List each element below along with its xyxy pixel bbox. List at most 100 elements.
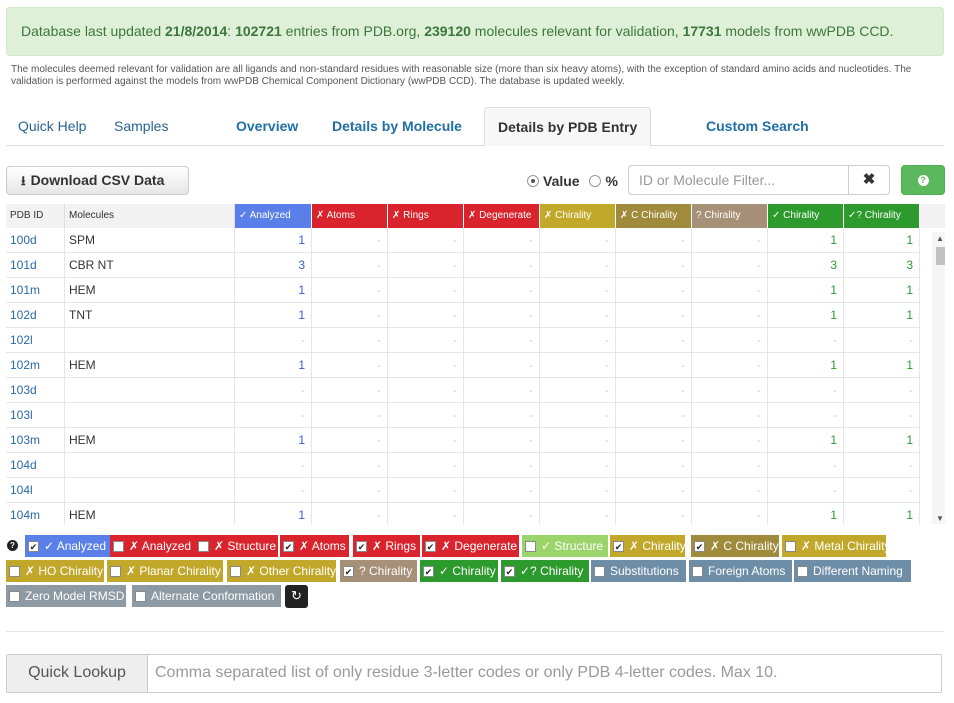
toggle-checkbox[interactable]	[135, 590, 146, 602]
column-toggle[interactable]: ✓ Structure	[522, 535, 608, 557]
column-toggle[interactable]: ✔ ✗ Atoms	[280, 535, 349, 557]
toggle-checkbox[interactable]: ✔	[425, 540, 436, 552]
column-toggle[interactable]: ✗ Planar Chirality	[107, 560, 223, 582]
radio-percent[interactable]: %	[589, 173, 618, 189]
table-scrollbar[interactable]: ▲ ▼	[932, 232, 945, 524]
column-toggle[interactable]: ✗ Structure	[195, 535, 278, 557]
column-toggle[interactable]: Foreign Atoms	[689, 560, 792, 582]
toggle-checkbox[interactable]	[9, 590, 20, 602]
radio-value-dot[interactable]	[527, 175, 539, 187]
scroll-up-icon[interactable]: ▲	[936, 234, 944, 243]
tab-details-by-molecule[interactable]: Details by Molecule	[332, 107, 462, 146]
quick-lookup-input[interactable]: Comma separated list of only residue 3-l…	[155, 655, 778, 692]
pdb-id-link[interactable]: 101m	[6, 278, 65, 303]
pdb-id-link[interactable]: 104d	[6, 453, 65, 478]
column-toggle[interactable]: ✔ ✗ Rings	[353, 535, 420, 557]
column-toggle[interactable]: ✗ Analyzed	[110, 535, 195, 557]
column-header[interactable]: Molecules	[65, 204, 235, 228]
pdb-id-link[interactable]: 103l	[6, 403, 65, 428]
toggle-checkbox[interactable]	[113, 540, 124, 552]
column-toggle[interactable]: ✔ ✓? Chirality	[501, 560, 589, 582]
column-header[interactable]: ✓? Chirality	[844, 204, 920, 228]
column-toggle[interactable]: ✗ HO Chirality	[6, 560, 104, 582]
column-toggle[interactable]: Different Naming	[794, 560, 911, 582]
table-row[interactable]: 103l - - - - - - - - -	[6, 403, 920, 428]
pdb-id-link[interactable]: 103m	[6, 428, 65, 453]
column-header[interactable]: ✗ Chirality	[540, 204, 616, 228]
column-header[interactable]: ✗ Rings	[388, 204, 464, 228]
toggle-checkbox[interactable]: ✔	[28, 540, 39, 552]
table-row[interactable]: 103m HEM 1- - - - - -1 1	[6, 428, 920, 453]
table-row[interactable]: 100d SPM 1- - - - - -1 1	[6, 228, 920, 253]
pdb-id-link[interactable]: 102m	[6, 353, 65, 378]
table-row[interactable]: 104l - - - - - - - - -	[6, 478, 920, 503]
column-toggle[interactable]: Alternate Conformation	[132, 585, 281, 607]
clear-filter-button[interactable]: ✖	[848, 165, 890, 195]
tab-overview[interactable]: Overview	[236, 107, 298, 146]
table-row[interactable]: 104d - - - - - - - - -	[6, 453, 920, 478]
scrollbar-thumb[interactable]	[936, 247, 945, 265]
table-row[interactable]: 102d TNT 1- - - - - -1 1	[6, 303, 920, 328]
table-row[interactable]: 102l - - - - - - - - -	[6, 328, 920, 353]
column-toggle[interactable]: ✔ ✓ Chirality	[420, 560, 498, 582]
table-row[interactable]: 101m HEM 1- - - - - -1 1	[6, 278, 920, 303]
id-molecule-filter-input[interactable]: ID or Molecule Filter...	[628, 165, 849, 195]
value-cell: -	[464, 453, 540, 478]
refresh-icon[interactable]: ↻	[285, 585, 308, 608]
pdb-id-link[interactable]: 101d	[6, 253, 65, 278]
models-text: models from wwPDB CCD.	[721, 23, 894, 39]
toggle-checkbox[interactable]	[797, 565, 808, 577]
table-row[interactable]: 104m HEM 1- - - - - -1 1	[6, 503, 920, 524]
toggle-checkbox[interactable]	[230, 565, 241, 577]
pdb-id-link[interactable]: 104l	[6, 478, 65, 503]
column-header[interactable]: ✓ Chirality	[768, 204, 844, 228]
column-header[interactable]: ✓ Analyzed	[235, 204, 312, 228]
column-toggle[interactable]: ✔ ? Chirality	[340, 560, 417, 582]
toggle-checkbox[interactable]: ✔	[343, 565, 354, 577]
column-toggle[interactable]: ✔ ✗ Chirality	[610, 535, 686, 557]
column-toggle[interactable]: ✔ ✗ C Chirality	[691, 535, 779, 557]
toggle-checkbox[interactable]: ✔	[694, 540, 705, 552]
column-toggle[interactable]: ✗ Other Chirality	[227, 560, 336, 582]
column-header[interactable]: ? Chirality	[692, 204, 768, 228]
toggle-checkbox[interactable]	[785, 540, 796, 552]
toggle-checkbox[interactable]	[198, 540, 209, 552]
toggle-checkbox[interactable]	[9, 565, 20, 577]
table-row[interactable]: 101d CBR NT 3- - - - - -3 3	[6, 253, 920, 278]
toggle-checkbox[interactable]	[110, 565, 121, 577]
column-toggle[interactable]: Zero Model RMSD	[6, 585, 126, 607]
pdb-id-link[interactable]: 104m	[6, 503, 65, 524]
radio-percent-dot[interactable]	[589, 175, 602, 187]
column-toggle[interactable]: ✗ Metal Chirality	[782, 535, 890, 557]
tab-samples[interactable]: Samples	[114, 107, 168, 146]
tab-custom-search[interactable]: Custom Search	[706, 107, 809, 146]
column-toggle[interactable]: Substitutions	[591, 560, 686, 582]
toggle-checkbox[interactable]: ✔	[613, 540, 624, 552]
tab-quick-help[interactable]: Quick Help	[18, 107, 86, 146]
scroll-down-icon[interactable]: ▼	[936, 514, 944, 523]
table-row[interactable]: 103d - - - - - - - - -	[6, 378, 920, 403]
column-header[interactable]: ✗ Degenerate	[464, 204, 540, 228]
info-icon[interactable]: ?	[7, 540, 18, 551]
column-header[interactable]: PDB ID	[6, 204, 65, 228]
pdb-id-link[interactable]: 102d	[6, 303, 65, 328]
table-row[interactable]: 102m HEM 1- - - - - -1 1	[6, 353, 920, 378]
pdb-id-link[interactable]: 103d	[6, 378, 65, 403]
column-toggle[interactable]: ✔ ✗ Degenerate	[422, 535, 519, 557]
toggle-checkbox[interactable]	[594, 565, 605, 577]
column-header[interactable]: ✗ C Chirality	[616, 204, 692, 228]
radio-value[interactable]: Value	[527, 173, 580, 189]
toggle-label: ✗ Other Chirality	[246, 563, 337, 578]
help-button[interactable]: ?	[901, 165, 945, 195]
toggle-checkbox[interactable]: ✔	[356, 540, 367, 552]
toggle-checkbox[interactable]	[525, 540, 536, 552]
tab-details-by-pdb-entry[interactable]: Details by PDB Entry	[484, 107, 652, 147]
pdb-id-link[interactable]: 102l	[6, 328, 65, 353]
toggle-checkbox[interactable]	[692, 565, 703, 577]
toggle-checkbox[interactable]: ✔	[504, 565, 515, 577]
toggle-checkbox[interactable]: ✔	[283, 540, 294, 552]
toggle-checkbox[interactable]: ✔	[423, 565, 434, 577]
column-header[interactable]: ✗ Atoms	[312, 204, 388, 228]
pdb-id-link[interactable]: 100d	[6, 228, 65, 253]
download-csv-button[interactable]: ⭳ Download CSV Data	[6, 166, 189, 195]
